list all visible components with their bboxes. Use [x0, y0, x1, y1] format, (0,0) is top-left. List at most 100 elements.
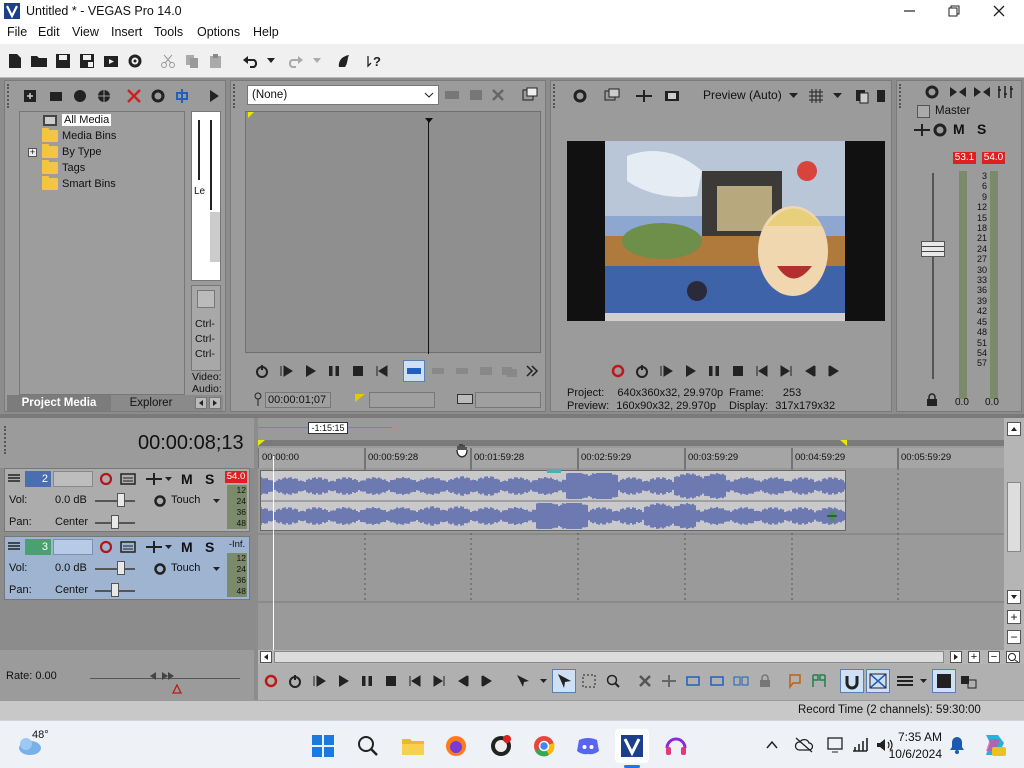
- file-explorer-icon[interactable]: [396, 729, 430, 763]
- ripple-edit-icon[interactable]: [896, 672, 914, 690]
- chevron-down-icon[interactable]: [213, 499, 220, 504]
- volume-slider-handle[interactable]: [117, 493, 125, 507]
- tree-item-media-bins[interactable]: Media Bins: [42, 128, 116, 144]
- close-button[interactable]: [985, 0, 1013, 22]
- scroll-up-icon[interactable]: [1007, 422, 1021, 436]
- undo-dropdown-icon[interactable]: [260, 51, 282, 71]
- cloud-offline-icon[interactable]: [794, 736, 814, 754]
- chevron-down-icon[interactable]: [165, 477, 172, 482]
- trimmer-window-icon[interactable]: [521, 86, 539, 104]
- tree-item-tags[interactable]: Tags: [42, 160, 85, 176]
- video-fx-icon[interactable]: [663, 87, 681, 105]
- selection-start-field[interactable]: [369, 392, 435, 408]
- tabs-scroll-left-icon[interactable]: [195, 397, 207, 409]
- go-to-start-icon[interactable]: [373, 362, 391, 380]
- track-name-field[interactable]: [53, 471, 93, 487]
- vegas-taskbar-icon[interactable]: [615, 729, 649, 763]
- previous-frame-icon[interactable]: [801, 362, 819, 380]
- automation-mode[interactable]: Touch: [171, 562, 200, 574]
- redo-icon[interactable]: [284, 51, 306, 71]
- stop-icon[interactable]: [382, 672, 400, 690]
- chevron-down-icon[interactable]: [165, 545, 172, 550]
- stop-icon[interactable]: [729, 362, 747, 380]
- tree-item-all-media[interactable]: All Media: [42, 112, 112, 128]
- previous-frame-icon[interactable]: [454, 672, 472, 690]
- loop-region[interactable]: -1:15:15: [258, 422, 392, 434]
- automation-gear-icon[interactable]: [151, 560, 169, 578]
- timeline-vertical-scrollbar[interactable]: + −: [1004, 418, 1024, 650]
- arm-record-icon[interactable]: [97, 470, 115, 488]
- go-to-end-icon[interactable]: [777, 362, 795, 380]
- remove-media-icon[interactable]: [125, 87, 143, 105]
- trimmer-add-icon[interactable]: [443, 86, 461, 104]
- obs-icon[interactable]: [484, 729, 518, 763]
- zoom-in-horizontal-icon[interactable]: +: [968, 651, 980, 663]
- panel-grip[interactable]: [7, 84, 13, 108]
- menu-tools[interactable]: Tools: [154, 25, 183, 39]
- track-solo-button[interactable]: S: [205, 539, 214, 555]
- track-fx-icon[interactable]: [119, 470, 137, 488]
- ignore-grouping-icon[interactable]: [960, 672, 978, 690]
- taskbar-date[interactable]: 10/6/2024: [880, 747, 942, 761]
- play-icon[interactable]: [334, 672, 352, 690]
- record-icon[interactable]: [262, 672, 280, 690]
- track-mute-button[interactable]: M: [181, 471, 193, 487]
- whats-this-help-icon[interactable]: ?: [364, 51, 386, 71]
- zoom-out-horizontal-icon[interactable]: −: [988, 651, 1000, 663]
- render-icon[interactable]: [100, 51, 122, 71]
- import-media-icon[interactable]: [21, 87, 39, 105]
- search-icon[interactable]: [351, 729, 385, 763]
- properties-icon[interactable]: [197, 290, 215, 308]
- track-motion-icon[interactable]: [145, 470, 163, 488]
- volume-slider-handle[interactable]: [117, 561, 125, 575]
- scroll-right-icon[interactable]: [950, 651, 962, 663]
- downmix-icon[interactable]: [949, 83, 967, 101]
- track-header-audio-3[interactable]: 3 M S -Inf. 12 24 36 48 Vol: 0.0 dB Touc…: [4, 536, 250, 600]
- copy-snapshot-icon[interactable]: [853, 87, 871, 105]
- capture-video-icon[interactable]: [47, 87, 65, 105]
- show-hidden-icons-icon[interactable]: [764, 737, 780, 753]
- save-as-icon[interactable]: [76, 51, 98, 71]
- loop-icon[interactable]: [253, 362, 271, 380]
- menu-help[interactable]: Help: [253, 25, 279, 39]
- track-minimize-icon[interactable]: [8, 473, 20, 483]
- track-header-audio-2[interactable]: 2 M S 54.0 12 24 36 48 Vol: 0.0 dB Touch…: [4, 468, 250, 532]
- loop-playback-icon[interactable]: [286, 672, 304, 690]
- preview-quality-dropdown[interactable]: Preview (Auto): [703, 88, 782, 102]
- trimmer-overwrite-icon[interactable]: [453, 362, 471, 380]
- get-media-icon[interactable]: [71, 87, 89, 105]
- panel-grip[interactable]: [233, 84, 239, 108]
- pan-slider-handle[interactable]: [111, 583, 119, 597]
- selection-length-field[interactable]: [475, 392, 541, 408]
- new-file-icon[interactable]: [4, 51, 26, 71]
- properties-gear-icon[interactable]: [124, 51, 146, 71]
- tab-project-media[interactable]: Project Media: [7, 395, 111, 411]
- time-ruler[interactable]: 00:00:00 00:00:59:28 00:01:59:28 00:02:5…: [258, 444, 1004, 468]
- chrome-icon[interactable]: [527, 729, 561, 763]
- dim-output-icon[interactable]: [973, 83, 991, 101]
- track-fx-icon[interactable]: [119, 538, 137, 556]
- paste-icon[interactable]: [205, 51, 227, 71]
- trim-start-icon[interactable]: [684, 672, 702, 690]
- scroll-left-icon[interactable]: [260, 651, 272, 663]
- snapping-button[interactable]: [840, 669, 864, 693]
- external-monitor-icon[interactable]: [603, 87, 621, 105]
- minimize-button[interactable]: [896, 0, 924, 22]
- master-checkbox[interactable]: [917, 105, 930, 118]
- lock-events-icon[interactable]: [756, 672, 774, 690]
- copy-icon[interactable]: [181, 51, 203, 71]
- panel-grip[interactable]: [4, 426, 10, 454]
- trimmer-fit-icon[interactable]: [477, 362, 495, 380]
- arm-record-icon[interactable]: [97, 538, 115, 556]
- trimmer-cursor[interactable]: [428, 120, 429, 354]
- zoom-tool-icon[interactable]: [604, 672, 622, 690]
- normal-edit-tool-icon[interactable]: [514, 672, 532, 690]
- insert-region-icon[interactable]: [810, 672, 828, 690]
- copilot-icon[interactable]: [980, 731, 1008, 759]
- save-snapshot-icon[interactable]: [873, 87, 891, 105]
- panel-grip[interactable]: [553, 84, 559, 108]
- chevron-down-icon[interactable]: [540, 679, 547, 684]
- menu-edit[interactable]: Edit: [38, 25, 60, 39]
- master-mute-button[interactable]: M: [953, 121, 965, 137]
- stop-icon[interactable]: [349, 362, 367, 380]
